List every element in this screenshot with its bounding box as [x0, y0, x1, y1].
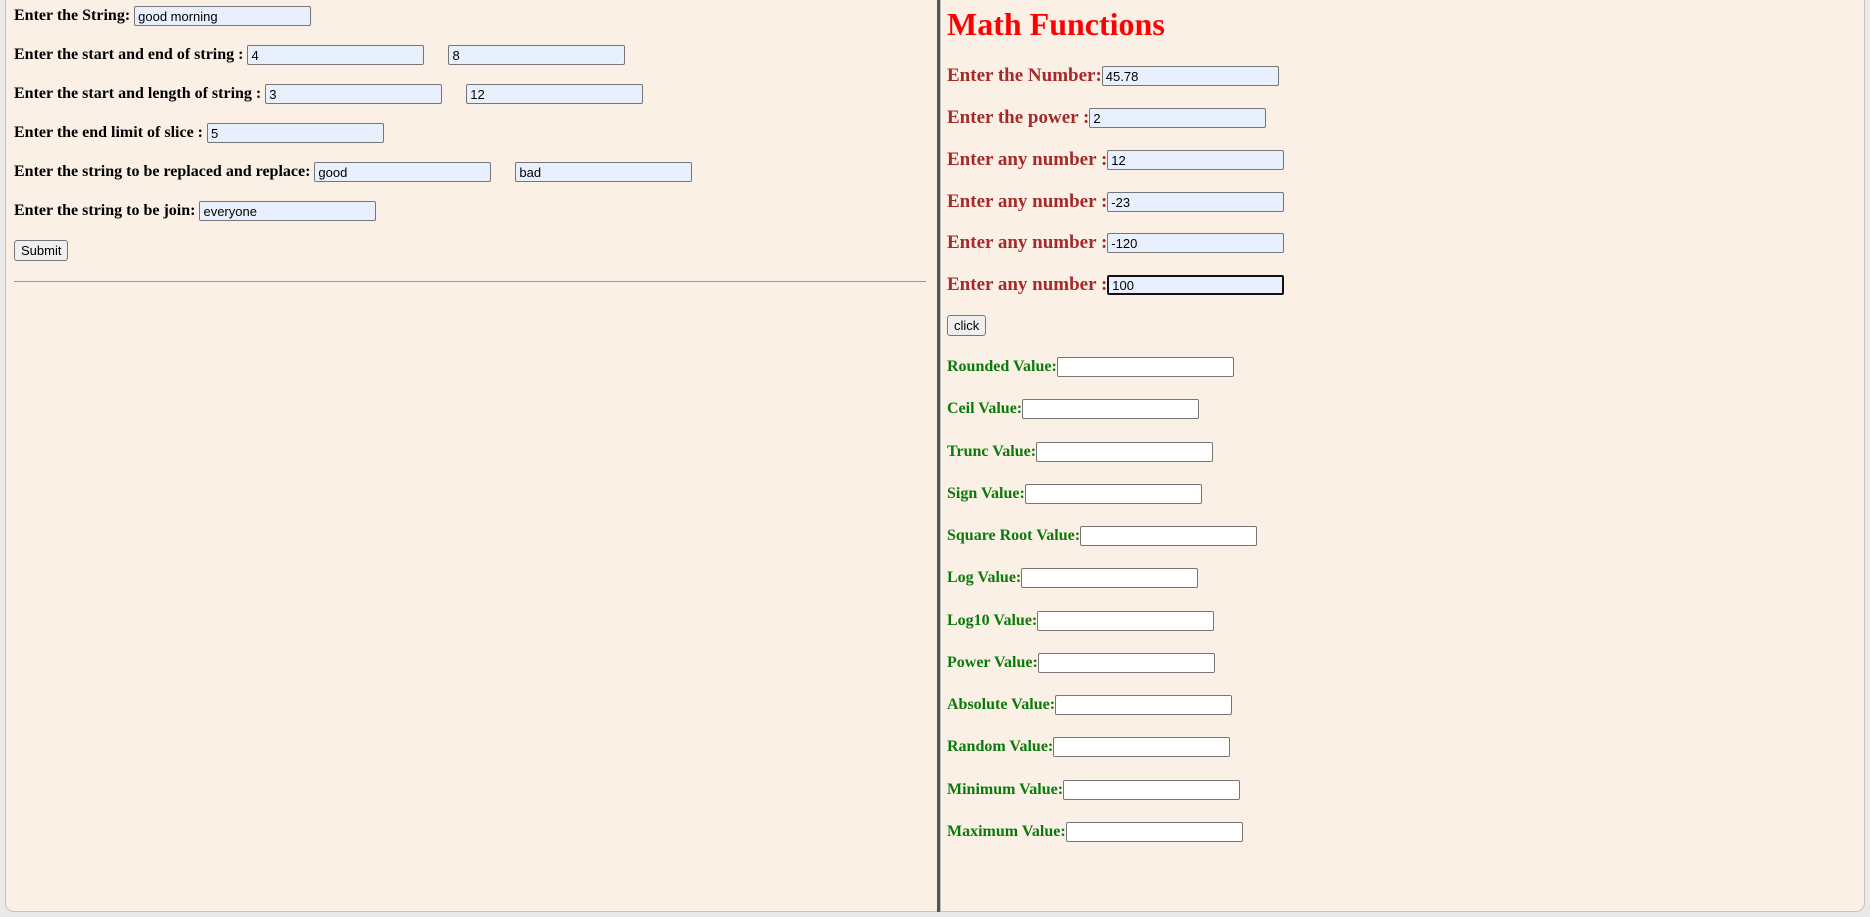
number-label: Enter the Number:: [947, 65, 1102, 86]
slice-row: Enter the end limit of slice :: [14, 123, 385, 143]
result-row-sqrt: Square Root Value:: [947, 526, 1258, 546]
any-number-row-4: Enter any number :: [947, 274, 1285, 296]
maximum-value-output[interactable]: [1065, 822, 1243, 842]
log-value-label: Log Value:: [947, 569, 1022, 586]
string-label: Enter the String:: [14, 7, 131, 24]
absolute-value-label: Absolute Value:: [947, 696, 1056, 713]
join-row: Enter the string to be join:: [14, 201, 377, 221]
string-input[interactable]: [134, 6, 312, 26]
sign-value-label: Sign Value:: [947, 485, 1025, 502]
ceil-value-output[interactable]: [1022, 399, 1200, 419]
any-number-label: Enter any number :: [947, 191, 1108, 212]
start2-input[interactable]: [265, 84, 443, 104]
any-number-input-3[interactable]: [1107, 233, 1285, 253]
any-number-label: Enter any number :: [947, 232, 1108, 253]
minimum-value-label: Minimum Value:: [947, 781, 1064, 798]
square-root-value-output[interactable]: [1080, 526, 1258, 546]
random-value-label: Random Value:: [947, 738, 1054, 755]
number-row: Enter the Number:: [947, 65, 1279, 87]
any-number-label: Enter any number :: [947, 149, 1108, 170]
trunc-value-output[interactable]: [1036, 442, 1214, 462]
power-label: Enter the power :: [947, 107, 1090, 128]
any-number-input-2[interactable]: [1107, 192, 1285, 212]
power-value-label: Power Value:: [947, 654, 1038, 671]
any-number-row-1: Enter any number :: [947, 149, 1285, 171]
start-end-row: Enter the start and end of string :: [14, 45, 626, 65]
frame-divider[interactable]: [937, 0, 941, 912]
result-row-power: Power Value:: [947, 653, 1215, 673]
submit-button[interactable]: Submit: [14, 240, 69, 261]
absolute-value-output[interactable]: [1055, 695, 1233, 715]
power-row: Enter the power :: [947, 107, 1267, 129]
start-input[interactable]: [247, 45, 425, 65]
replace-to-input[interactable]: [515, 162, 693, 182]
result-row-random: Random Value:: [947, 737, 1231, 757]
trunc-value-label: Trunc Value:: [947, 443, 1037, 460]
page-frame: Enter the String: Enter the start and en…: [5, 0, 1865, 912]
any-number-row-3: Enter any number :: [947, 232, 1285, 254]
any-number-label: Enter any number :: [947, 274, 1108, 295]
replace-row: Enter the string to be replaced and repl…: [14, 162, 693, 182]
length-input[interactable]: [466, 84, 644, 104]
click-button[interactable]: click: [947, 315, 987, 336]
string-row: Enter the String:: [14, 6, 312, 26]
page-title: Math Functions: [947, 6, 1165, 42]
result-row-log10: Log10 Value:: [947, 611, 1215, 631]
result-row-absolute: Absolute Value:: [947, 695, 1233, 715]
rounded-value-label: Rounded Value:: [947, 358, 1057, 375]
minimum-value-output[interactable]: [1063, 780, 1241, 800]
result-row-sign: Sign Value:: [947, 484, 1202, 504]
result-row-rounded: Rounded Value:: [947, 357, 1234, 377]
result-row-log: Log Value:: [947, 568, 1199, 588]
slice-input[interactable]: [207, 123, 385, 143]
rounded-value-output[interactable]: [1056, 357, 1234, 377]
result-row-ceil: Ceil Value:: [947, 399, 1200, 419]
start-length-label: Enter the start and length of string :: [14, 85, 262, 102]
square-root-value-label: Square Root Value:: [947, 527, 1081, 544]
start-end-label: Enter the start and end of string :: [14, 46, 244, 63]
sign-value-output[interactable]: [1024, 484, 1202, 504]
replace-from-input[interactable]: [314, 162, 492, 182]
join-label: Enter the string to be join:: [14, 202, 196, 219]
maximum-value-label: Maximum Value:: [947, 823, 1066, 840]
click-row: click: [947, 315, 987, 336]
replace-label: Enter the string to be replaced and repl…: [14, 163, 311, 180]
log10-value-label: Log10 Value:: [947, 612, 1038, 629]
random-value-output[interactable]: [1053, 737, 1231, 757]
end-input[interactable]: [448, 45, 626, 65]
log10-value-output[interactable]: [1037, 611, 1215, 631]
log-value-output[interactable]: [1021, 568, 1199, 588]
start-length-row: Enter the start and length of string :: [14, 84, 644, 104]
result-row-maximum: Maximum Value:: [947, 822, 1243, 842]
submit-row: Submit: [14, 240, 69, 261]
any-number-input-4[interactable]: [1107, 275, 1285, 295]
any-number-row-2: Enter any number :: [947, 191, 1285, 213]
join-input[interactable]: [199, 201, 377, 221]
result-row-minimum: Minimum Value:: [947, 780, 1241, 800]
power-value-output[interactable]: [1037, 653, 1215, 673]
power-input[interactable]: [1089, 108, 1267, 128]
result-row-trunc: Trunc Value:: [947, 442, 1214, 462]
number-input[interactable]: [1101, 66, 1279, 86]
horizontal-rule: [14, 281, 926, 283]
slice-label: Enter the end limit of slice :: [14, 124, 204, 141]
ceil-value-label: Ceil Value:: [947, 400, 1023, 417]
any-number-input-1[interactable]: [1107, 150, 1285, 170]
